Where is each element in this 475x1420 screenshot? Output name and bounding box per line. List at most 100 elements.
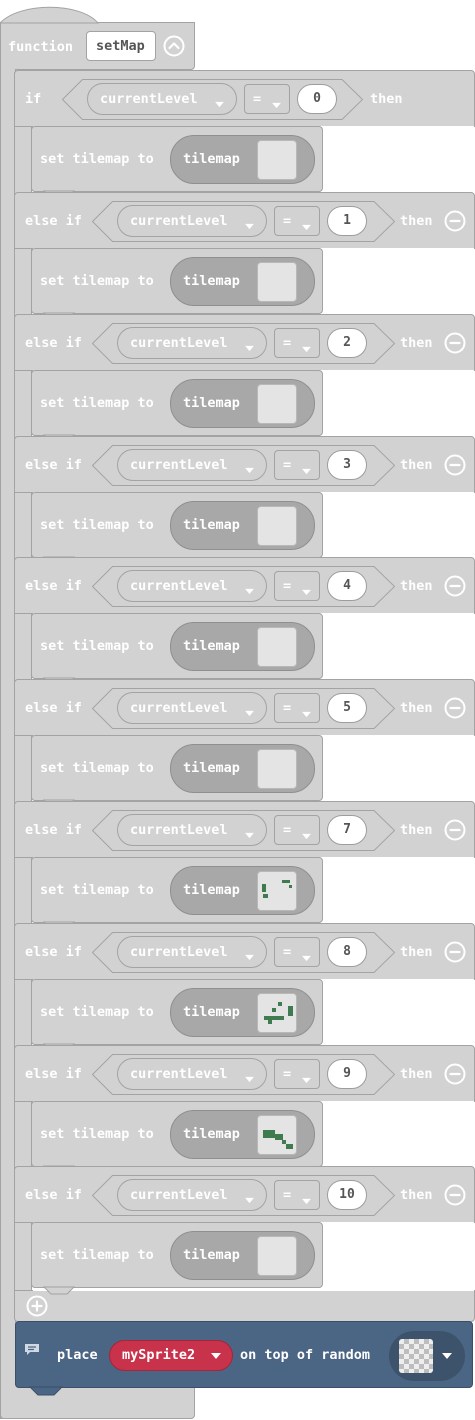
then-label: then xyxy=(400,456,433,473)
statement-notch xyxy=(42,1286,76,1295)
value-field[interactable]: 4 xyxy=(327,571,367,602)
value-field[interactable]: 0 xyxy=(297,84,337,114)
caret-down-icon xyxy=(244,337,255,356)
operator-dropdown[interactable]: = xyxy=(274,936,320,967)
remove-branch-button[interactable] xyxy=(444,941,466,963)
then-label: then xyxy=(400,943,433,960)
value-field[interactable]: 9 xyxy=(327,1058,367,1089)
tilemap-label: tilemap xyxy=(183,516,240,533)
tilemap-value[interactable]: tilemap xyxy=(170,1109,315,1159)
remove-branch-button[interactable] xyxy=(444,1063,466,1085)
plus-circle-icon xyxy=(26,1295,48,1317)
tilemap-value[interactable]: tilemap xyxy=(170,500,315,550)
value-text: 1 xyxy=(343,213,351,228)
caret-down-icon xyxy=(442,1353,452,1359)
remove-branch-button[interactable] xyxy=(444,697,466,719)
collapse-button[interactable] xyxy=(163,35,185,57)
branch-keyword: else if xyxy=(25,456,82,473)
caret-down-icon xyxy=(301,338,312,357)
set-tilemap-label: set tilemap to xyxy=(40,273,154,289)
set-tilemap-label: set tilemap to xyxy=(40,394,154,411)
value-field[interactable]: 3 xyxy=(327,449,367,480)
value-text: 5 xyxy=(343,700,351,716)
value-field[interactable]: 1 xyxy=(327,206,367,236)
operator-dropdown[interactable]: = xyxy=(274,1058,320,1089)
tilemap-thumbnail[interactable] xyxy=(257,871,297,911)
operator-symbol: = xyxy=(283,1065,292,1082)
operator-dropdown[interactable]: = xyxy=(274,1180,320,1211)
operator-dropdown[interactable]: = xyxy=(274,693,320,724)
function-name-field[interactable]: setMap xyxy=(86,31,156,61)
add-branch-button[interactable] xyxy=(26,1295,48,1317)
operator-dropdown[interactable]: = xyxy=(244,84,290,114)
tilemap-thumbnail[interactable] xyxy=(257,749,297,790)
variable-dropdown[interactable]: currentLevel xyxy=(87,83,237,115)
tilemap-value[interactable]: tilemap xyxy=(170,744,315,794)
value-field[interactable]: 2 xyxy=(327,327,367,358)
variable-dropdown[interactable]: currentLevel xyxy=(117,814,267,846)
variable-dropdown[interactable]: currentLevel xyxy=(117,448,267,481)
operator-dropdown[interactable]: = xyxy=(274,206,320,236)
tilemap-thumbnail[interactable] xyxy=(257,1236,297,1277)
caret-down-icon xyxy=(301,1069,312,1088)
tilemap-thumbnail[interactable] xyxy=(257,262,297,302)
place-suffix: on top of random xyxy=(240,1347,371,1363)
tilemap-value[interactable]: tilemap xyxy=(170,987,315,1037)
value-field[interactable]: 8 xyxy=(327,936,367,967)
tilemap-value[interactable]: tilemap xyxy=(170,135,315,184)
tilemap-value[interactable]: tilemap xyxy=(170,257,315,306)
comment-button[interactable] xyxy=(24,1342,40,1356)
location-picker[interactable] xyxy=(389,1331,465,1381)
random-location-thumbnail xyxy=(399,1339,433,1373)
remove-branch-button[interactable] xyxy=(444,1184,466,1206)
value-text: 2 xyxy=(343,334,351,350)
variable-dropdown[interactable]: currentLevel xyxy=(117,570,267,603)
variable-dropdown[interactable]: currentLevel xyxy=(117,692,267,725)
value-field[interactable]: 7 xyxy=(327,815,367,845)
branch-keyword: if xyxy=(25,91,42,107)
value-text: 3 xyxy=(343,456,351,472)
remove-branch-button[interactable] xyxy=(444,575,466,597)
operator-dropdown[interactable]: = xyxy=(274,571,320,602)
operator-dropdown[interactable]: = xyxy=(274,815,320,845)
remove-branch-button[interactable] xyxy=(444,819,466,841)
tilemap-thumbnail[interactable] xyxy=(257,627,297,668)
remove-branch-button[interactable] xyxy=(444,454,466,476)
tilemap-value[interactable]: tilemap xyxy=(170,1231,315,1281)
sprite-dropdown[interactable]: mySprite2 xyxy=(109,1340,233,1371)
value-field[interactable]: 10 xyxy=(327,1180,367,1211)
value-field[interactable]: 5 xyxy=(327,693,367,724)
variable-dropdown[interactable]: currentLevel xyxy=(117,935,267,968)
variable-dropdown[interactable]: currentLevel xyxy=(117,205,267,237)
operator-dropdown[interactable]: = xyxy=(274,327,320,358)
tilemap-thumbnail[interactable] xyxy=(257,1114,297,1155)
then-label: then xyxy=(370,91,403,107)
place-block-notch xyxy=(28,1386,64,1396)
variable-dropdown[interactable]: currentLevel xyxy=(117,1179,267,1212)
operator-symbol: = xyxy=(283,943,292,960)
caret-down-icon xyxy=(301,947,312,966)
variable-dropdown[interactable]: currentLevel xyxy=(117,1057,267,1090)
tilemap-thumbnail[interactable] xyxy=(257,383,297,424)
remove-branch-button[interactable] xyxy=(444,210,466,232)
operator-dropdown[interactable]: = xyxy=(274,449,320,480)
remove-branch-button[interactable] xyxy=(444,332,466,354)
set-tilemap-label: set tilemap to xyxy=(40,882,154,898)
tilemap-value[interactable]: tilemap xyxy=(170,866,315,915)
tilemap-thumbnail[interactable] xyxy=(257,505,297,546)
set-tilemap-label: set tilemap to xyxy=(40,638,154,655)
variable-dropdown[interactable]: currentLevel xyxy=(117,326,267,359)
set-tilemap-label: set tilemap to xyxy=(40,1125,154,1142)
branch-keyword: else if xyxy=(25,943,82,960)
tilemap-value[interactable]: tilemap xyxy=(170,378,315,428)
tilemap-thumbnail[interactable] xyxy=(257,992,297,1033)
tilemap-thumbnail[interactable] xyxy=(257,140,297,180)
branch-keyword: else if xyxy=(25,1187,82,1204)
tilemap-value[interactable]: tilemap xyxy=(170,622,315,672)
value-text: 10 xyxy=(339,1187,355,1203)
minus-circle-icon xyxy=(444,1184,466,1206)
tilemap-label: tilemap xyxy=(183,1247,240,1264)
caret-down-icon xyxy=(301,703,312,722)
chevron-up-icon xyxy=(163,35,185,57)
then-label: then xyxy=(400,1187,433,1204)
